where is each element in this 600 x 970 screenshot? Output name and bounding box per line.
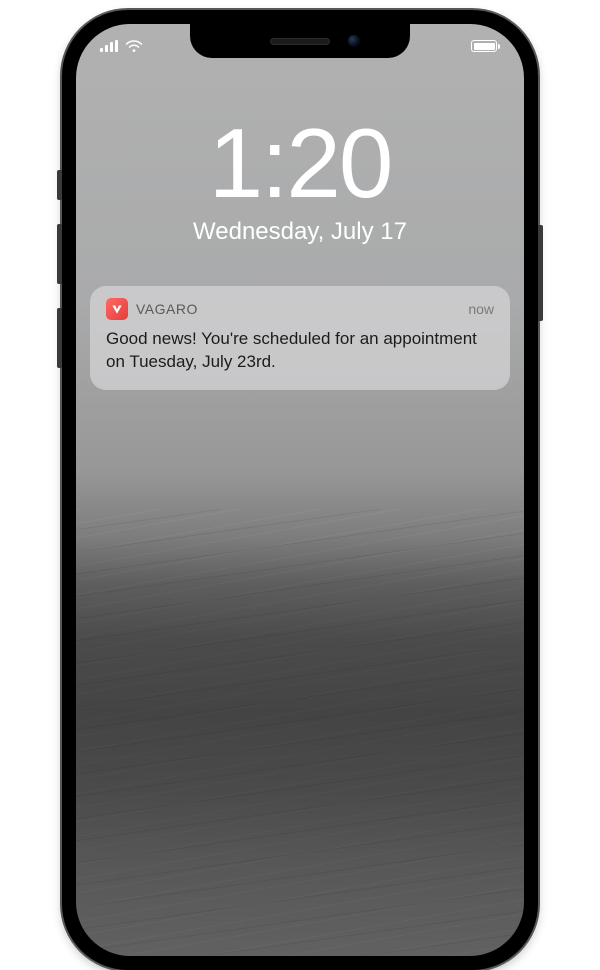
notification-message: Good news! You're scheduled for an appoi… [106,328,494,374]
front-camera [348,35,360,47]
side-buttons-left [57,170,62,392]
side-button-right [538,225,543,321]
lock-screen-date: Wednesday, July 17 [76,218,524,246]
lock-screen-time: 1:20 [76,114,524,212]
speaker-grille [270,38,330,45]
notification-header: VAGARO now [106,298,494,320]
lock-screen-clock: 1:20 Wednesday, July 17 [76,114,524,246]
battery-icon [471,40,500,52]
vagaro-app-icon [106,298,128,320]
phone-screen: 1:20 Wednesday, July 17 VAGARO now Good … [76,24,524,956]
cellular-signal-icon [100,40,118,52]
phone-frame: 1:20 Wednesday, July 17 VAGARO now Good … [62,10,538,970]
notification-app-name: VAGARO [136,301,460,317]
notification-timestamp: now [468,301,494,317]
notch [190,24,410,58]
notification-card[interactable]: VAGARO now Good news! You're scheduled f… [90,286,510,390]
wifi-icon [125,39,143,53]
